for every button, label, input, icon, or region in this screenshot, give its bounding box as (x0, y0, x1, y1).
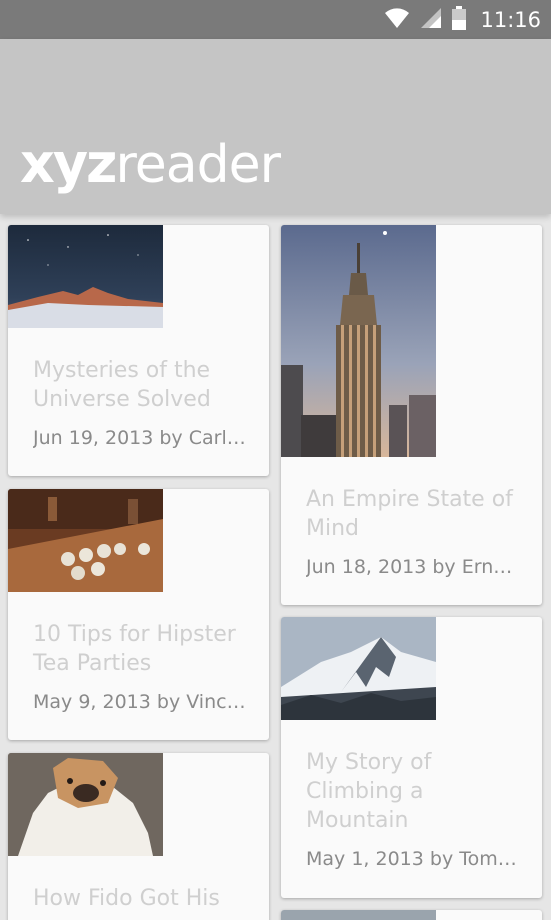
app-logo: xyz reader (20, 132, 281, 197)
battery-icon (452, 5, 467, 34)
article-thumbnail (8, 225, 163, 328)
article-title: Mysteries of the Universe Solved (33, 358, 211, 412)
article-subtitle: May 1, 2013 by Tom… (306, 848, 517, 870)
article-thumbnail (8, 753, 163, 856)
article-card[interactable] (281, 910, 542, 920)
article-thumbnail (281, 910, 436, 920)
wifi-icon (384, 7, 410, 33)
article-title: 10 Tips for Hipster Tea Parties (33, 622, 236, 676)
signal-icon (420, 7, 442, 33)
article-title: An Empire State of Mind (306, 487, 513, 541)
article-card[interactable]: My Story of Climbing a Mountain May 1, 2… (281, 617, 542, 898)
logo-text-light: reader (115, 135, 280, 195)
article-thumbnail (8, 489, 163, 592)
status-bar: 11:16 (0, 0, 551, 39)
article-subtitle: Jun 18, 2013 by Ern… (306, 556, 513, 578)
article-card[interactable]: An Empire State of Mind Jun 18, 2013 by … (281, 225, 542, 605)
article-card[interactable]: How Fido Got His (8, 753, 269, 920)
article-card[interactable]: Mysteries of the Universe Solved Jun 19,… (8, 225, 269, 476)
article-title: How Fido Got His (33, 886, 220, 911)
article-subtitle: May 9, 2013 by Vinc… (33, 691, 246, 713)
logo-text-bold: xyz (20, 132, 117, 195)
article-title: My Story of Climbing a Mountain (306, 750, 432, 833)
article-card[interactable]: 10 Tips for Hipster Tea Parties May 9, 2… (8, 489, 269, 740)
status-time: 11:16 (480, 7, 541, 32)
article-thumbnail (281, 617, 436, 720)
article-subtitle: Jun 19, 2013 by Carl… (33, 427, 246, 449)
status-icons: 11:16 (384, 0, 541, 39)
article-thumbnail (281, 225, 436, 457)
app-bar: xyz reader (0, 39, 551, 214)
